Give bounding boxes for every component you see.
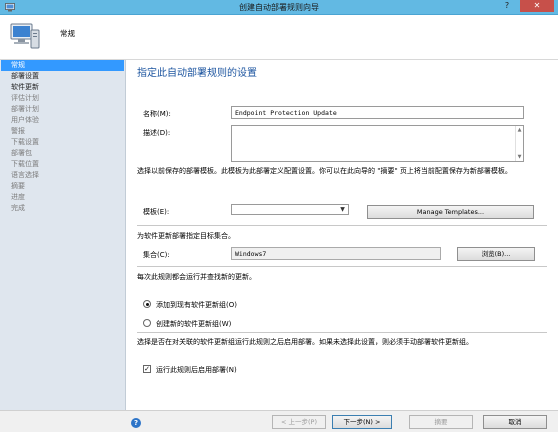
wizard-footer: ? < 上一步(P) 下一步(N) > 摘要 取消 — [0, 410, 558, 432]
divider — [137, 332, 547, 333]
nav-item-download-location: 下载位置 — [11, 160, 39, 168]
header-section-title: 常规 — [60, 29, 75, 38]
wizard-nav: 常规 部署设置 软件更新 评估计划 部署计划 用户体验 警报 下载设置 部署包 … — [0, 60, 126, 410]
create-new-group-radio[interactable] — [143, 319, 151, 327]
create-new-group-label[interactable]: 创建新的软件更新组(W) — [156, 319, 231, 329]
help-icon[interactable]: ? — [496, 0, 518, 12]
nav-item-deployment-schedule: 部署计划 — [11, 105, 39, 113]
help-icon[interactable]: ? — [131, 418, 141, 428]
description-scrollbar[interactable]: ▲ ▼ — [515, 126, 523, 161]
page-title: 指定此自动部署规则的设置 — [137, 68, 257, 79]
close-icon[interactable]: ✕ — [520, 0, 554, 12]
nav-item-alerts: 警报 — [11, 127, 25, 135]
wizard-header: 常规 — [0, 15, 558, 60]
scroll-up-icon[interactable]: ▲ — [516, 126, 523, 134]
target-hint: 为软件更新部署指定目标集合。 — [137, 232, 235, 240]
browse-button[interactable]: 浏览(B)... — [457, 247, 535, 261]
enable-deployment-label[interactable]: 运行此规则后启用部署(N) — [156, 365, 237, 375]
nav-item-download-settings: 下载设置 — [11, 138, 39, 146]
nav-item-user-experience: 用户体验 — [11, 116, 39, 124]
window-title: 创建自动部署规则向导 — [239, 3, 319, 12]
prev-button[interactable]: < 上一步(P) — [272, 415, 326, 429]
description-input[interactable] — [231, 125, 524, 162]
nav-item-summary: 摘要 — [11, 182, 25, 190]
title-bar: 创建自动部署规则向导 ? ✕ — [0, 0, 558, 15]
nav-item-general[interactable]: 常规 — [1, 60, 124, 71]
nav-item-progress: 进度 — [11, 193, 25, 201]
enable-deployment-checkbox[interactable]: ✓ — [143, 365, 151, 373]
enable-hint: 选择是否在对关联的软件更新组运行此规则之后启用部署。如果未选择此设置，则必须手动… — [137, 338, 473, 346]
nav-item-completion: 完成 — [11, 204, 25, 212]
name-label: 名称(M): — [143, 110, 171, 118]
summary-button[interactable]: 摘要 — [409, 415, 473, 429]
template-label: 模板(E): — [143, 208, 170, 216]
nav-item-language-selection: 语言选择 — [11, 171, 39, 179]
divider — [137, 266, 547, 267]
nav-item-deployment-package: 部署包 — [11, 149, 32, 157]
scroll-down-icon[interactable]: ▼ — [516, 153, 523, 161]
manage-templates-button[interactable]: Manage Templates... — [367, 205, 534, 219]
template-hint: 选择以前保存的部署模板。此模板为此部署定义配置设置。你可以在此向导的 "摘要" … — [137, 167, 512, 175]
add-existing-group-label[interactable]: 添加到现有软件更新组(O) — [156, 300, 237, 310]
next-button[interactable]: 下一步(N) > — [332, 415, 392, 429]
add-existing-group-radio[interactable] — [143, 300, 151, 308]
divider — [137, 225, 547, 226]
name-input[interactable]: Endpoint Protection Update — [231, 106, 524, 119]
template-select[interactable]: ▼ — [231, 204, 349, 215]
collection-label: 集合(C): — [143, 251, 170, 259]
description-label: 描述(D): — [143, 129, 171, 137]
computer-icon — [10, 23, 40, 49]
collection-input[interactable]: Windows7 — [231, 247, 441, 260]
nav-item-deployment-settings[interactable]: 部署设置 — [0, 71, 125, 82]
nav-item-software-updates[interactable]: 软件更新 — [0, 82, 125, 93]
chevron-down-icon: ▼ — [340, 206, 345, 213]
nav-item-evaluation-schedule: 评估计划 — [11, 94, 39, 102]
wizard-content: 指定此自动部署规则的设置 名称(M): Endpoint Protection … — [127, 60, 558, 410]
rule-run-hint: 每次此规则都会运行并查找新的更新。 — [137, 273, 256, 281]
cancel-button[interactable]: 取消 — [483, 415, 547, 429]
